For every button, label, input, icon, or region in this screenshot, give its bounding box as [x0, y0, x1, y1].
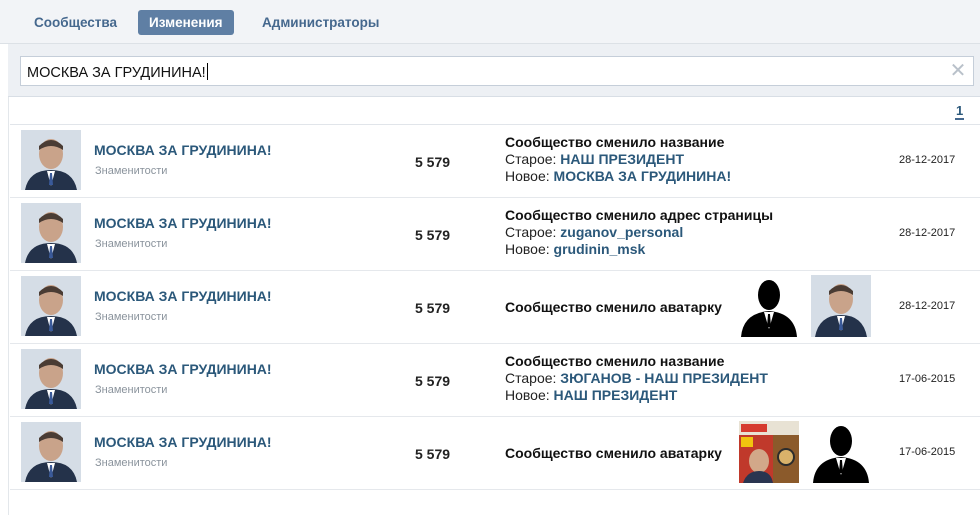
- table-row: МОСКВА ЗА ГРУДИНИНА! Знаменитости 5 579 …: [10, 344, 980, 417]
- new-avatar-portrait[interactable]: [811, 275, 871, 337]
- member-count: 5 579: [415, 154, 451, 170]
- search-input[interactable]: МОСКВА ЗА ГРУДИНИНА! ✕: [20, 56, 974, 86]
- change-description: Сообщество сменило название Старое: ЗЮГА…: [505, 353, 768, 404]
- top-tabs-bar: Сообщества Изменения Администраторы: [0, 0, 980, 44]
- old-label: Старое:: [505, 224, 557, 240]
- pagination-page-1[interactable]: 1: [955, 103, 965, 120]
- search-area: МОСКВА ЗА ГРУДИНИНА! ✕: [8, 44, 980, 97]
- group-name-link[interactable]: МОСКВА ЗА ГРУДИНИНА!: [94, 434, 272, 450]
- table-row: МОСКВА ЗА ГРУДИНИНА! Знаменитости 5 579 …: [10, 271, 980, 344]
- member-count: 5 579: [415, 227, 451, 243]
- change-description: Сообщество сменило аватарку: [505, 445, 722, 462]
- table-row: МОСКВА ЗА ГРУДИНИНА! Знаменитости 5 579 …: [10, 125, 980, 198]
- group-category: Знаменитости: [95, 457, 168, 469]
- old-avatar-poster[interactable]: [739, 421, 799, 483]
- old-avatar-silhouette[interactable]: [739, 275, 799, 337]
- group-category: Знаменитости: [95, 384, 168, 396]
- tab-administrators[interactable]: Администраторы: [262, 10, 379, 35]
- new-label: Новое:: [505, 241, 550, 257]
- group-avatar-portrait[interactable]: [21, 276, 81, 336]
- group-avatar-portrait[interactable]: [21, 203, 81, 263]
- change-date: 28-12-2017: [899, 227, 956, 239]
- tab-changes[interactable]: Изменения: [138, 10, 234, 35]
- change-title: Сообщество сменило аватарку: [505, 445, 722, 461]
- new-label: Новое:: [505, 387, 550, 403]
- old-value: zuganov_personal: [560, 224, 684, 240]
- new-value: grudinin_msk: [553, 241, 646, 257]
- table-row: МОСКВА ЗА ГРУДИНИНА! Знаменитости 5 579 …: [10, 417, 980, 490]
- change-title: Сообщество сменило название: [505, 134, 725, 150]
- change-description: Сообщество сменило аватарку: [505, 299, 722, 316]
- new-label: Новое:: [505, 168, 550, 184]
- change-title: Сообщество сменило аватарку: [505, 299, 722, 315]
- group-avatar-portrait[interactable]: [21, 349, 81, 409]
- new-avatar-silhouette[interactable]: [811, 421, 871, 483]
- group-name-link[interactable]: МОСКВА ЗА ГРУДИНИНА!: [94, 361, 272, 377]
- group-category: Знаменитости: [95, 165, 168, 177]
- group-name-link[interactable]: МОСКВА ЗА ГРУДИНИНА!: [94, 288, 272, 304]
- member-count: 5 579: [415, 300, 451, 316]
- new-value: НАШ ПРЕЗИДЕНТ: [553, 387, 678, 403]
- group-name-link[interactable]: МОСКВА ЗА ГРУДИНИНА!: [94, 142, 272, 158]
- group-avatar-portrait[interactable]: [21, 130, 81, 190]
- change-date: 17-06-2015: [899, 446, 956, 458]
- change-date: 17-06-2015: [899, 373, 956, 385]
- group-category: Знаменитости: [95, 311, 168, 323]
- new-value: МОСКВА ЗА ГРУДИНИНА!: [553, 168, 732, 184]
- old-value: ЗЮГАНОВ - НАШ ПРЕЗИДЕНТ: [560, 370, 768, 386]
- change-title: Сообщество сменило название: [505, 353, 725, 369]
- group-category: Знаменитости: [95, 238, 168, 250]
- member-count: 5 579: [415, 373, 451, 389]
- change-title: Сообщество сменило адрес страницы: [505, 207, 774, 223]
- member-count: 5 579: [415, 446, 451, 462]
- tab-communities[interactable]: Сообщества: [34, 10, 117, 35]
- text-caret: [206, 63, 208, 80]
- table-row: МОСКВА ЗА ГРУДИНИНА! Знаменитости 5 579 …: [10, 198, 980, 271]
- group-name-link[interactable]: МОСКВА ЗА ГРУДИНИНА!: [94, 215, 272, 231]
- old-label: Старое:: [505, 370, 557, 386]
- group-avatar-portrait[interactable]: [21, 422, 81, 482]
- change-description: Сообщество сменило адрес страницы Старое…: [505, 207, 773, 258]
- clear-search-icon[interactable]: ✕: [949, 61, 967, 81]
- change-date: 28-12-2017: [899, 154, 956, 166]
- left-border: [8, 44, 9, 515]
- old-label: Старое:: [505, 151, 557, 167]
- change-date: 28-12-2017: [899, 300, 956, 312]
- change-description: Сообщество сменило название Старое: НАШ …: [505, 134, 731, 185]
- old-value: НАШ ПРЕЗИДЕНТ: [560, 151, 685, 167]
- search-input-value: МОСКВА ЗА ГРУДИНИНА!: [27, 65, 206, 81]
